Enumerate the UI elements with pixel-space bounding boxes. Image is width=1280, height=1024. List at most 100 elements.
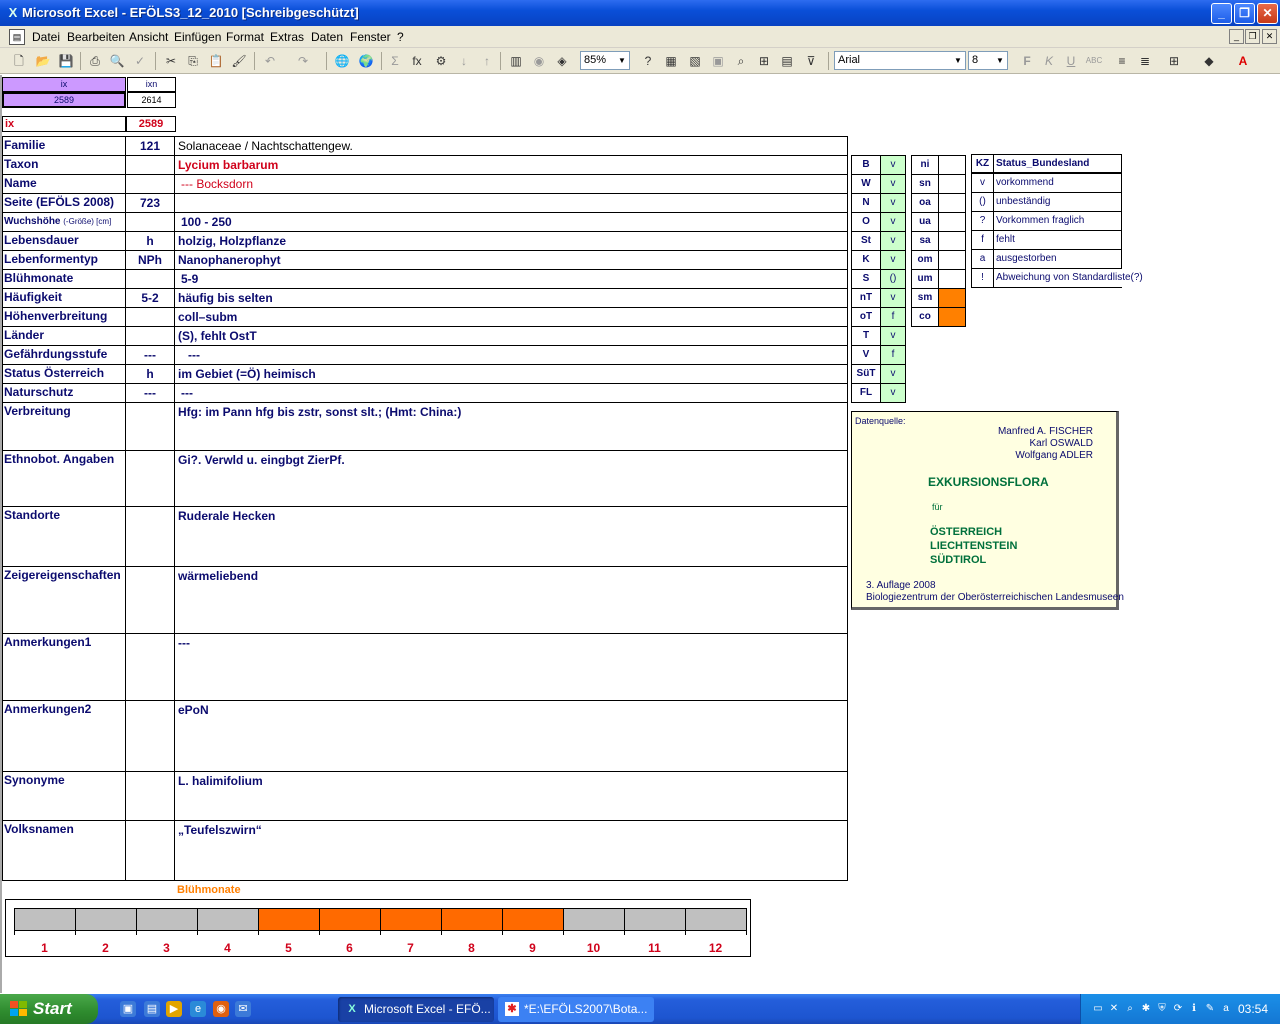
restore-button[interactable]: ❐ [1234, 3, 1255, 24]
search-icon[interactable]: ⌕ [1123, 1002, 1137, 1016]
find-icon[interactable]: ⌕ [732, 52, 750, 70]
new-icon[interactable]: 🗋 [10, 52, 28, 70]
start-button[interactable]: Start [0, 994, 98, 1024]
info-icon[interactable]: ℹ [1187, 1002, 1201, 1016]
map-icon[interactable]: ◉ [530, 52, 548, 70]
open-icon[interactable]: 📂 [34, 52, 52, 70]
borders-icon[interactable]: ⊞ [1165, 52, 1183, 70]
update-icon[interactable]: ⟳ [1171, 1002, 1185, 1016]
sort-desc-icon[interactable]: ↑ [478, 52, 496, 70]
spellcheck-icon[interactable]: ✓ [131, 52, 149, 70]
table-row[interactable]: Status Österreich h im Gebiet (=Ö) heimi… [2, 365, 848, 384]
paste-icon[interactable]: 📋 [207, 52, 225, 70]
strikethrough-icon[interactable]: ABC [1085, 52, 1103, 70]
redo-icon[interactable]: ↷ [294, 52, 312, 70]
menu-help[interactable]: ? [397, 30, 404, 44]
bold-icon[interactable]: F [1018, 52, 1036, 70]
format-painter-icon[interactable]: 🖌 [230, 52, 248, 70]
table-row[interactable]: Lebensdauer h holzig, Holzpflanze [2, 232, 848, 251]
table-row[interactable]: Lebenformentyp NPh Nanophanerophyt [2, 251, 848, 270]
font-size-combo[interactable]: 8 ▼ [968, 51, 1008, 70]
doc-minimize-button[interactable]: _ [1229, 29, 1244, 44]
save-icon[interactable]: 💾 [57, 52, 75, 70]
web-icon[interactable]: 🌍 [357, 52, 375, 70]
filter-icon[interactable]: ⊽ [802, 52, 820, 70]
table-row[interactable]: Länder (S), fehlt OstT [2, 327, 848, 346]
chevron-down-icon[interactable]: ▼ [993, 52, 1007, 69]
quicklaunch-explorer-icon[interactable]: ▤ [144, 1001, 160, 1017]
network-icon[interactable]: ▭ [1091, 1002, 1105, 1016]
menu-einfuegen[interactable]: Einfügen [174, 30, 221, 44]
close-button[interactable]: ✕ [1257, 3, 1278, 24]
italic-icon[interactable]: K [1040, 52, 1058, 70]
sync-icon[interactable]: ✱ [1139, 1002, 1153, 1016]
table-row[interactable]: Verbreitung Hfg: im Pann hfg bis zstr, s… [2, 403, 848, 451]
fill-color-icon[interactable]: ◆ [1200, 52, 1218, 70]
table-row[interactable]: Höhenverbreitung coll–subm [2, 308, 848, 327]
help-icon[interactable]: ? [639, 52, 657, 70]
function-icon[interactable]: fx [408, 52, 426, 70]
table-row[interactable]: Wuchshöhe (-Größe) [cm] 100 - 250 [2, 213, 848, 232]
tool-icon[interactable]: ✎ [1203, 1002, 1217, 1016]
table-row[interactable]: Gefährdungsstufe --- --- [2, 346, 848, 365]
calc-icon[interactable]: ▣ [709, 52, 727, 70]
table-row[interactable]: Volksnamen „Teufelszwirn“ [2, 821, 848, 881]
print-icon[interactable]: ⎙ [86, 52, 104, 70]
task-excel-button[interactable]: X Microsoft Excel - EFÖ... [338, 997, 494, 1022]
shield-icon[interactable]: ⛨ [1155, 1002, 1169, 1016]
quicklaunch-desktop-icon[interactable]: ▣ [120, 1001, 136, 1017]
chevron-down-icon[interactable]: ▼ [615, 52, 629, 69]
table-row[interactable]: Standorte Ruderale Hecken [2, 507, 848, 567]
document-icon[interactable]: ▤ [9, 29, 25, 45]
table-row[interactable]: Blühmonate 5-9 [2, 270, 848, 289]
quicklaunch-firefox-icon[interactable]: ◉ [213, 1001, 229, 1017]
ixn-value-cell[interactable]: 2614 [127, 92, 176, 108]
menu-ansicht[interactable]: Ansicht [129, 30, 168, 44]
table-row[interactable]: Zeigereigenschaften wärmeliebend [2, 567, 848, 634]
table-row[interactable]: Familie 121 Solanaceae / Nachtschattenge… [2, 137, 848, 156]
minimize-button[interactable]: _ [1211, 3, 1232, 24]
menu-datei[interactable]: Datei [32, 30, 60, 44]
excel-app-icon[interactable]: X [5, 5, 21, 21]
table-row[interactable]: Seite (EFÖLS 2008) 723 [2, 194, 848, 213]
sheet-icon[interactable]: ▧ [686, 52, 704, 70]
ix-value-cell[interactable]: 2589 [2, 92, 126, 108]
menu-format[interactable]: Format [226, 30, 264, 44]
table-row[interactable]: Naturschutz --- --- [2, 384, 848, 403]
ix-row-value[interactable]: 2589 [126, 116, 176, 132]
print-preview-icon[interactable]: 🔍 [108, 52, 126, 70]
form-icon[interactable]: ▤ [778, 52, 796, 70]
menu-bearbeiten[interactable]: Bearbeiten [67, 30, 125, 44]
menu-extras[interactable]: Extras [270, 30, 304, 44]
table-row[interactable]: Synonyme L. halimifolium [2, 772, 848, 821]
underline-icon[interactable]: U [1062, 52, 1080, 70]
zoom-combo[interactable]: 85% ▼ [580, 51, 630, 70]
chevron-down-icon[interactable]: ▼ [951, 52, 965, 69]
task-explorer-button[interactable]: ✱ *E:\EFÖLS2007\Bota... [498, 997, 654, 1022]
font-color-icon[interactable]: A [1234, 52, 1252, 70]
table-row[interactable]: Anmerkungen2 ePoN [2, 701, 848, 772]
table-row[interactable]: Häufigkeit 5-2 häufig bis selten [2, 289, 848, 308]
doc-close-button[interactable]: ✕ [1262, 29, 1277, 44]
autosum-icon[interactable]: Σ [386, 52, 404, 70]
copy-icon[interactable]: ⎘ [184, 52, 202, 70]
align-center-icon[interactable]: ≣ [1136, 52, 1154, 70]
undo-icon[interactable]: ↶ [261, 52, 279, 70]
drawing-icon[interactable]: ◈ [553, 52, 571, 70]
menu-fenster[interactable]: Fenster [350, 30, 391, 44]
app-tray-icon[interactable]: a [1219, 1002, 1233, 1016]
table-row[interactable]: Name --- Bocksdorn [2, 175, 848, 194]
bar-chart-icon[interactable]: ▥ [507, 52, 525, 70]
align-left-icon[interactable]: ≡ [1113, 52, 1131, 70]
menu-daten[interactable]: Daten [311, 30, 343, 44]
font-combo[interactable]: Arial ▼ [834, 51, 966, 70]
hyperlink-icon[interactable]: 🌐 [333, 52, 351, 70]
freeze-icon[interactable]: ⊞ [755, 52, 773, 70]
quicklaunch-media-icon[interactable]: ▶ [166, 1001, 182, 1017]
quicklaunch-ie-icon[interactable]: e [190, 1001, 206, 1017]
doc-restore-button[interactable]: ❐ [1245, 29, 1260, 44]
protect-icon[interactable]: ▦ [662, 52, 680, 70]
chart-wizard-icon[interactable]: ⚙ [432, 52, 450, 70]
table-row[interactable]: Taxon Lycium barbarum [2, 156, 848, 175]
quicklaunch-app-icon[interactable]: ✉ [235, 1001, 251, 1017]
